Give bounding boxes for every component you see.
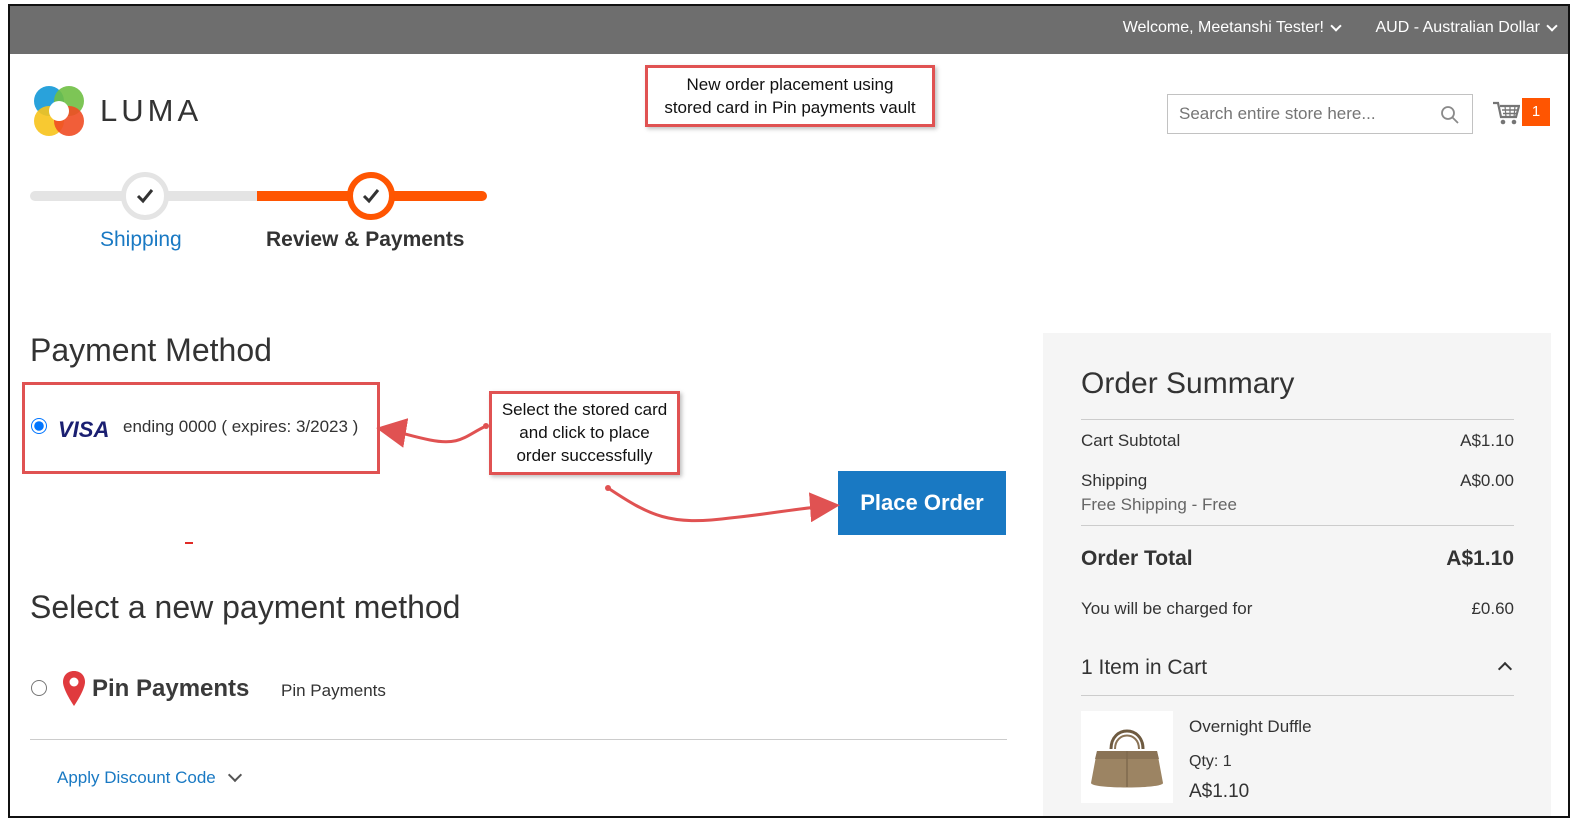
shipping-label: Shipping <box>1081 471 1148 490</box>
annotation-middle: Select the stored card and click to plac… <box>489 391 680 475</box>
cart-count-badge: 1 <box>1522 98 1550 126</box>
divider <box>30 739 1007 740</box>
visa-logo: VISA <box>58 417 110 442</box>
cart-icon <box>1493 101 1520 125</box>
order-total-row: Order Total A$1.10 <box>1081 547 1514 571</box>
step-shipping-dot <box>121 172 169 220</box>
order-summary: Order Summary Cart Subtotal A$1.10 Shipp… <box>1043 333 1551 816</box>
top-bar: Welcome, Meetanshi Tester! AUD - Austral… <box>10 6 1568 54</box>
search-icon[interactable] <box>1440 105 1460 125</box>
arrow-to-place-order <box>607 486 840 523</box>
charged-value: £0.60 <box>1471 599 1514 618</box>
shipping-method: Free Shipping - Free <box>1081 495 1237 514</box>
annotation-line: order successfully <box>516 446 653 465</box>
place-order-button[interactable]: Place Order <box>838 471 1006 535</box>
divider <box>1081 525 1514 526</box>
chevron-down-icon <box>1546 20 1558 32</box>
chevron-down-icon <box>1330 20 1342 32</box>
divider <box>1081 419 1514 420</box>
step-shipping-link[interactable]: Shipping <box>100 228 182 252</box>
product-price: A$1.10 <box>1189 781 1250 802</box>
annotation-line: stored card in Pin payments vault <box>664 98 916 117</box>
pin-payments-radio[interactable] <box>31 680 47 696</box>
product-image <box>1081 711 1173 803</box>
check-icon <box>136 189 154 204</box>
arrow-to-stored-card <box>376 418 487 448</box>
new-payment-method-title: Select a new payment method <box>30 589 461 625</box>
chevron-down-icon <box>227 767 242 783</box>
annotation-line: and click to place <box>519 423 650 442</box>
search-box <box>1167 94 1473 134</box>
luma-logo-icon <box>34 86 84 136</box>
currency-text: AUD - Australian Dollar <box>1375 19 1541 36</box>
step-review-dot <box>347 172 395 220</box>
cart-subtotal-value: A$1.10 <box>1460 431 1514 450</box>
chevron-up-icon <box>1497 661 1513 677</box>
pin-logo-text: Pin Payments <box>92 675 250 702</box>
cart-subtotal-label: Cart Subtotal <box>1081 431 1181 450</box>
currency-switcher[interactable]: AUD - Australian Dollar <box>1375 19 1558 37</box>
annotation-line: New order placement using <box>686 75 894 94</box>
welcome-text: Welcome, Meetanshi Tester! <box>1122 19 1324 36</box>
luma-logo[interactable]: LUMA <box>32 84 202 138</box>
annotation-line: Select the stored card <box>501 400 668 419</box>
charged-row: You will be charged for £0.60 <box>1081 599 1514 619</box>
search-input[interactable] <box>1168 95 1472 133</box>
charged-label: You will be charged for <box>1081 599 1253 618</box>
logo-text: LUMA <box>100 93 203 128</box>
shipping-row: Shipping A$0.00 <box>1081 471 1514 491</box>
discount-label: Apply Discount Code <box>57 768 216 787</box>
shipping-value: A$0.00 <box>1460 471 1514 490</box>
stored-card-radio[interactable] <box>31 418 47 434</box>
order-total-label: Order Total <box>1081 547 1193 570</box>
divider <box>1081 695 1514 696</box>
error-mark <box>185 542 193 544</box>
product-qty: Qty: 1 <box>1189 753 1232 770</box>
product-name: Overnight Duffle <box>1189 717 1312 736</box>
page-frame: Welcome, Meetanshi Tester! AUD - Austral… <box>8 4 1570 818</box>
step-review-label: Review & Payments <box>266 228 465 251</box>
location-pin-icon <box>63 671 85 706</box>
check-icon <box>362 189 380 204</box>
order-summary-title: Order Summary <box>1081 367 1295 400</box>
cart-subtotal-row: Cart Subtotal A$1.10 <box>1081 431 1514 451</box>
checkout-progress: Shipping Review & Payments <box>30 166 490 266</box>
items-in-cart-toggle[interactable]: 1 Item in Cart <box>1081 656 1514 680</box>
stored-card-description: ending 0000 ( expires: 3/2023 ) <box>123 417 359 436</box>
order-total-value: A$1.10 <box>1446 547 1514 570</box>
annotation-top: New order placement using stored card in… <box>645 65 935 127</box>
minicart[interactable]: 1 <box>1492 96 1552 132</box>
customer-menu[interactable]: Welcome, Meetanshi Tester! <box>1122 19 1342 37</box>
pin-payments-label: Pin Payments <box>281 681 386 700</box>
items-in-cart-label: 1 Item in Cart <box>1081 656 1208 679</box>
pin-payments-logo: Pin Payments <box>62 670 249 708</box>
apply-discount-toggle[interactable]: Apply Discount Code <box>57 767 242 788</box>
payment-method-title: Payment Method <box>30 332 272 368</box>
